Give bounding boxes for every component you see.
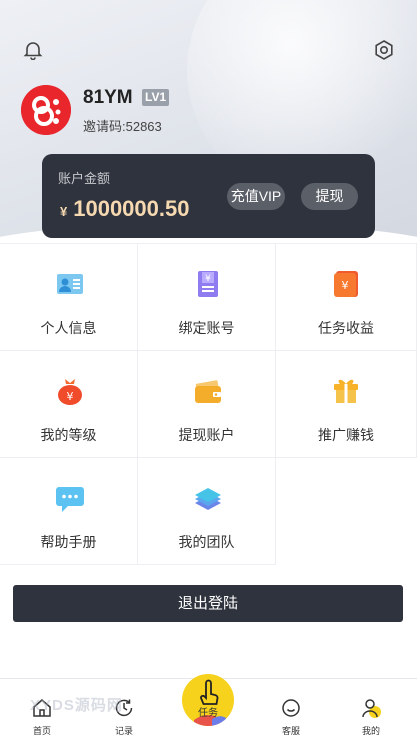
avatar[interactable]	[21, 85, 71, 135]
menu-item-profile[interactable]: 个人信息	[0, 244, 138, 351]
balance-amount: ¥1000000.50	[60, 196, 189, 222]
money-bag-icon: ¥	[58, 379, 82, 405]
menu-label: 绑定账号	[178, 320, 235, 336]
chat-icon	[56, 487, 84, 512]
tab-service[interactable]: 客服	[261, 679, 321, 741]
service-icon	[282, 699, 300, 717]
tab-mine[interactable]: 我的	[341, 679, 401, 741]
username: 81YM	[83, 87, 133, 108]
menu-label: 个人信息	[40, 320, 97, 336]
menu-item-help[interactable]: 帮助手册	[0, 458, 138, 565]
level-badge: LV1	[142, 89, 170, 106]
menu-item-my-team[interactable]: 我的团队	[138, 458, 276, 565]
layers-icon	[195, 488, 221, 510]
currency-symbol: ¥	[60, 204, 68, 219]
gift-icon	[334, 379, 358, 403]
profile-card-icon	[57, 274, 83, 294]
menu-label: 我的等级	[40, 427, 97, 443]
svg-text:¥: ¥	[342, 279, 349, 292]
menu-item-withdraw-account[interactable]: 提现账户	[138, 351, 276, 458]
menu-label: 提现账户	[178, 427, 235, 443]
tab-tasks[interactable]: 任务	[182, 674, 234, 726]
svg-text:¥: ¥	[205, 274, 211, 284]
bell-icon[interactable]	[21, 38, 45, 62]
menu-label: 帮助手册	[40, 534, 97, 550]
profile-page: 81YM LV1 邀请码:52863 账户金额 ¥1000000.50 充值VI…	[0, 0, 417, 742]
balance-label: 账户金额	[58, 171, 111, 186]
menu-empty-cell	[276, 458, 417, 565]
task-earnings-icon: ¥	[334, 271, 358, 297]
menu-label: 任务收益	[318, 320, 374, 336]
menu-label: 推广赚钱	[318, 427, 374, 443]
tab-label: 记录	[114, 726, 133, 736]
balance-value: 1000000.50	[73, 196, 190, 221]
wallet-icon	[195, 380, 221, 403]
menu-grid: 个人信息 ¥ 绑定账号 ¥ 任务收益 ¥ 我的等级 提现账户 推广赚钱 帮助手册…	[0, 243, 417, 565]
logout-button[interactable]: 退出登陆	[13, 585, 403, 622]
bind-account-icon: ¥	[198, 271, 218, 297]
recharge-vip-button[interactable]: 充值VIP	[227, 183, 285, 210]
tab-label: 我的	[361, 726, 380, 736]
menu-label: 我的团队	[178, 534, 235, 550]
menu-item-bind-account[interactable]: ¥ 绑定账号	[138, 244, 276, 351]
gear-icon[interactable]	[372, 38, 396, 62]
menu-item-task-earnings[interactable]: ¥ 任务收益	[276, 244, 417, 351]
svg-text:¥: ¥	[67, 390, 74, 403]
menu-item-my-level[interactable]: ¥ 我的等级	[0, 351, 138, 458]
tab-label: 首页	[32, 726, 51, 736]
watermark: XYDS源码网	[30, 697, 123, 714]
tab-label: 任务	[198, 708, 218, 719]
balance-card: 账户金额 ¥1000000.50 充值VIP 提现	[42, 154, 375, 238]
invite-code: 邀请码:52863	[83, 119, 162, 134]
user-icon	[362, 699, 381, 718]
menu-item-promote[interactable]: 推广赚钱	[276, 351, 417, 458]
tab-label: 客服	[281, 726, 300, 736]
withdraw-button[interactable]: 提现	[301, 183, 358, 210]
